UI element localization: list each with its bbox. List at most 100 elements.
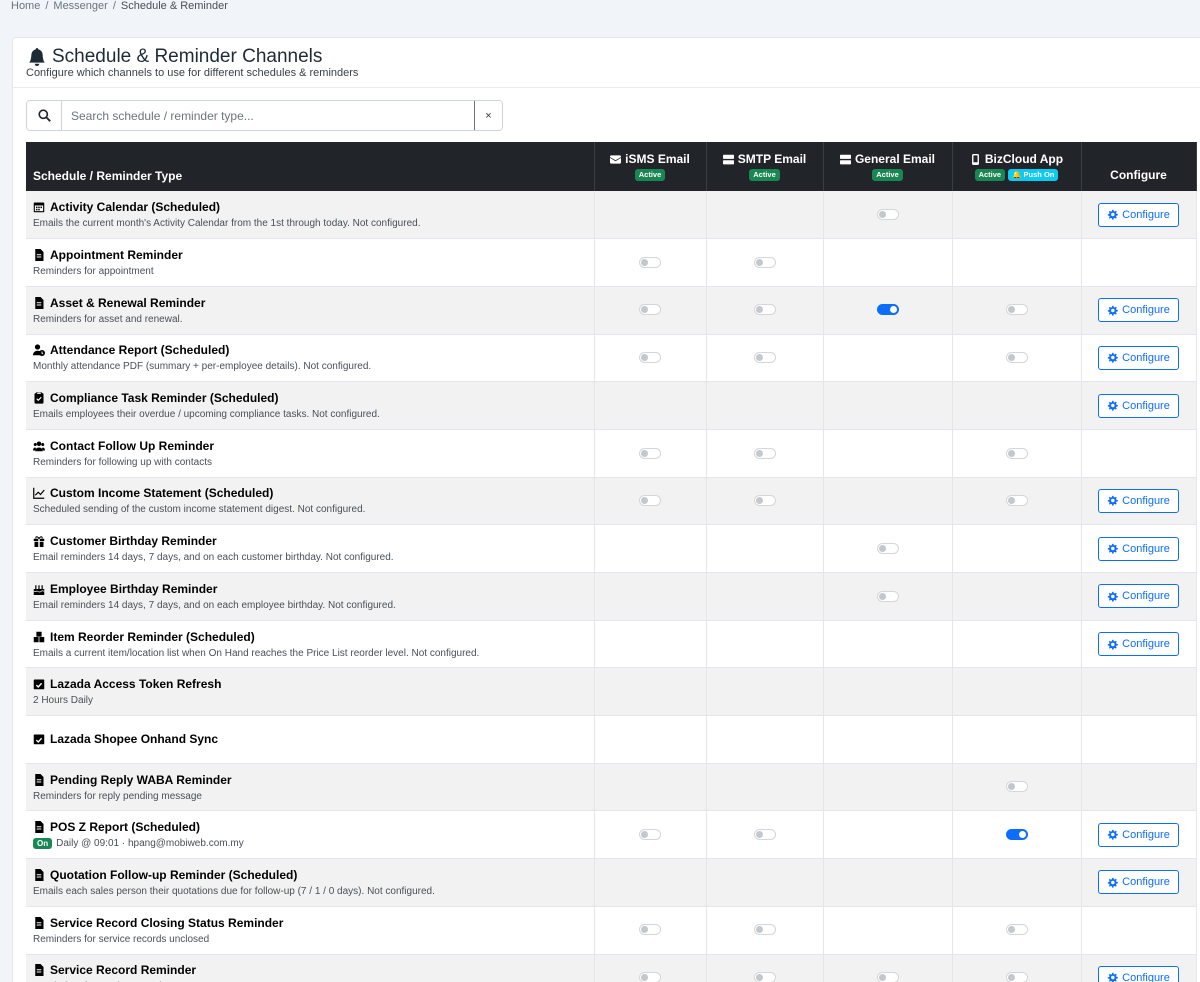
channel-cell: [706, 286, 824, 335]
calendar-icon: [33, 202, 45, 213]
channel-cell: [952, 715, 1082, 764]
table-row: Employee Birthday Reminder Email reminder…: [26, 572, 1197, 621]
column-header-channel: BizCloud App Active 🔔 Push On: [952, 142, 1082, 191]
channel-toggle[interactable]: [753, 256, 776, 268]
configure-button[interactable]: Configure: [1098, 536, 1179, 561]
clear-search-button[interactable]: ×: [474, 101, 502, 130]
channel-toggle[interactable]: [753, 924, 776, 936]
configure-button-label: Configure: [1122, 494, 1170, 507]
configure-button[interactable]: Configure: [1098, 870, 1179, 895]
channel-cell: [706, 715, 824, 764]
channel-toggle[interactable]: [753, 495, 776, 507]
channel-toggle[interactable]: [1005, 972, 1028, 982]
status-badge: Active: [634, 169, 666, 181]
table-row: Appointment Reminder Reminders for appoin…: [26, 238, 1197, 287]
channel-toggle[interactable]: [876, 972, 899, 982]
table-row: Activity Calendar (Scheduled) Emails the …: [26, 191, 1197, 240]
configure-button[interactable]: Configure: [1098, 202, 1179, 227]
gear-icon: [1107, 496, 1118, 507]
channel-cell: [594, 429, 707, 478]
channel-cell: [594, 620, 707, 669]
configure-button[interactable]: Configure: [1098, 298, 1179, 323]
channel-cell: [706, 191, 824, 240]
configure-button[interactable]: Configure: [1098, 393, 1179, 418]
channel-toggle[interactable]: [1005, 352, 1028, 364]
row-description-text: Emails a current item/location list when…: [33, 647, 480, 659]
channel-toggle[interactable]: [639, 972, 661, 982]
configure-button[interactable]: Configure: [1098, 488, 1179, 513]
breadcrumb-home[interactable]: Home: [11, 0, 40, 12]
table-row: Item Reorder Reminder (Scheduled) Emails …: [26, 620, 1197, 669]
channel-cell: [594, 238, 707, 287]
channel-toggle[interactable]: [753, 829, 776, 841]
channel-toggle[interactable]: [1005, 781, 1028, 793]
row-type-cell: Asset & Renewal Reminder Reminders for as…: [26, 286, 595, 335]
configure-cell: [1081, 667, 1197, 717]
channel-toggle[interactable]: [639, 447, 661, 459]
configure-button[interactable]: Configure: [1098, 345, 1179, 370]
configure-cell: Configure: [1081, 810, 1197, 860]
table-row: Quotation Follow-up Reminder (Scheduled)…: [26, 858, 1197, 907]
channel-cell: [952, 381, 1082, 430]
configure-cell: Configure: [1081, 572, 1197, 621]
row-type-cell: Quotation Follow-up Reminder (Scheduled)…: [26, 858, 595, 907]
channel-toggle[interactable]: [753, 304, 776, 316]
row-title: Contact Follow Up Reminder: [33, 439, 587, 453]
channel-cell: [952, 906, 1082, 955]
channel-toggle[interactable]: [753, 352, 776, 364]
row-title-text: Employee Birthday Reminder: [50, 581, 218, 596]
row-title: Customer Birthday Reminder: [33, 534, 587, 548]
channel-toggle[interactable]: [876, 590, 899, 602]
breadcrumb-current: Schedule & Reminder: [120, 0, 228, 12]
file-icon: [35, 296, 44, 309]
channel-toggle[interactable]: [876, 208, 899, 220]
table-row: Pending Reply WABA Reminder Reminders for…: [26, 763, 1197, 812]
channel-toggle[interactable]: [1005, 304, 1028, 316]
server-icon: [839, 154, 851, 165]
search-input[interactable]: [62, 101, 474, 130]
status-badge: On: [33, 838, 53, 850]
breadcrumb-messenger[interactable]: Messenger: [53, 0, 107, 12]
row-description: On Daily @ 09:01 · hpang@mobiweb.com.my: [33, 838, 587, 850]
row-description: Emails employees their overdue / upcomin…: [33, 409, 587, 420]
configure-cell: [1081, 238, 1197, 287]
row-title: Attendance Report (Scheduled): [33, 343, 587, 357]
row-description-text: Reminders for asset and renewal.: [33, 313, 183, 325]
channel-toggle[interactable]: [639, 924, 661, 936]
channel-toggle[interactable]: [1005, 495, 1028, 507]
channel-cell: [823, 477, 953, 526]
configure-button[interactable]: Configure: [1098, 822, 1179, 847]
channel-toggle[interactable]: [1005, 829, 1028, 841]
channel-name: SMTP Email: [737, 152, 807, 167]
channel-toggle[interactable]: [876, 304, 899, 316]
channel-cell: [706, 524, 824, 573]
channel-cell: [952, 429, 1082, 478]
channel-toggle[interactable]: [639, 495, 661, 507]
configure-button-label: Configure: [1122, 638, 1170, 651]
row-type-cell: Item Reorder Reminder (Scheduled) Emails …: [26, 620, 595, 669]
row-type-cell: Lazada Access Token Refresh 2 Hours Daily: [26, 667, 595, 717]
row-title-text: Asset & Renewal Reminder: [50, 295, 206, 310]
configure-button[interactable]: Configure: [1098, 584, 1179, 609]
configure-button[interactable]: Configure: [1098, 632, 1179, 657]
channel-toggle[interactable]: [639, 352, 661, 364]
channel-cell: [823, 620, 953, 669]
channel-toggle[interactable]: [639, 256, 661, 268]
channel-toggle[interactable]: [639, 304, 661, 316]
channel-cell: [706, 810, 824, 860]
channel-toggle[interactable]: [753, 972, 776, 982]
channel-toggle[interactable]: [1005, 924, 1028, 936]
channel-cell: [706, 620, 824, 669]
configure-button-label: Configure: [1122, 351, 1170, 364]
configure-button[interactable]: Configure: [1098, 965, 1179, 982]
channel-toggle[interactable]: [1005, 447, 1028, 459]
gear-icon: [1107, 209, 1118, 220]
channel-toggle[interactable]: [876, 542, 899, 554]
gear-icon: [1107, 400, 1118, 411]
channel-toggle[interactable]: [753, 447, 776, 459]
configure-cell: Configure: [1081, 334, 1197, 383]
row-title-text: Custom Income Statement (Scheduled): [50, 486, 274, 501]
page-title: Schedule & Reminder Channels: [28, 46, 322, 68]
row-title-text: Lazada Shopee Onhand Sync: [50, 732, 219, 747]
channel-toggle[interactable]: [639, 829, 661, 841]
